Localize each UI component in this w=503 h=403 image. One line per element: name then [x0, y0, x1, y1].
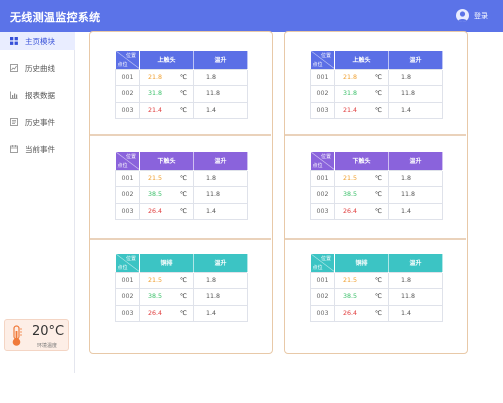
upper-contact-table: 位置 点位 上触头 温升 001 21.8 ℃ 1.8 002 31.8 ℃ 11.… — [115, 51, 248, 119]
sidebar: 主页模块 历史曲线 报表数据 历史事件 当前事件 20°C 环境温度 — [0, 32, 75, 373]
table-row: 001 21.5 ℃ 1.8 — [115, 169, 248, 187]
table-row: 001 21.8 ℃ 1.8 — [310, 68, 443, 86]
table-title: 下触头 — [139, 152, 194, 170]
table-row: 002 38.5 ℃ 11.8 — [115, 186, 248, 204]
copper-bar-table: 位置 点位 铜排 温升 001 21.5 ℃ 1.8 002 38.5 ℃ 11.8… — [115, 254, 248, 322]
table-row: 002 38.5 ℃ 11.8 — [310, 186, 443, 204]
table-row: 003 26.4 ℃ 1.4 — [310, 202, 443, 220]
upper-contact-table: 位置 点位 上触头 温升 001 21.8 ℃ 1.8 002 31.8 ℃ 11.… — [310, 51, 443, 119]
divider — [90, 134, 271, 136]
table-title: 铜排 — [139, 254, 194, 272]
table-title: 铜排 — [334, 254, 389, 272]
table-title: 下触头 — [334, 152, 389, 170]
grid-icon — [10, 37, 18, 45]
event-icon — [10, 145, 18, 153]
table-row: 003 26.4 ℃ 1.4 — [115, 202, 248, 220]
sidebar-item-history-events[interactable]: 历史事件 — [0, 113, 75, 131]
rise-header: 温升 — [388, 51, 443, 69]
table-row: 001 21.5 ℃ 1.8 — [310, 271, 443, 289]
ambient-temperature-label: 环境温度 — [37, 343, 58, 349]
header-corner: 位置 点位 — [115, 51, 140, 69]
sidebar-item-label: 历史曲线 — [25, 63, 55, 73]
login-label: 登录 — [474, 11, 488, 20]
table-title: 上触头 — [334, 51, 389, 69]
divider — [285, 134, 466, 136]
header-corner: 位置 点位 — [115, 254, 140, 272]
table-row: 001 21.5 ℃ 1.8 — [115, 271, 248, 289]
rise-header: 温升 — [193, 254, 248, 272]
table-title: 上触头 — [139, 51, 194, 69]
user-avatar-icon — [456, 9, 469, 22]
lower-contact-table: 位置 点位 下触头 温升 001 21.5 ℃ 1.8 002 38.5 ℃ 11.… — [115, 152, 248, 220]
lower-contact-table: 位置 点位 下触头 温升 001 21.5 ℃ 1.8 002 38.5 ℃ 11.… — [310, 152, 443, 220]
app-title: 无线测温监控系统 — [10, 11, 101, 24]
table-row: 001 21.8 ℃ 1.8 — [115, 68, 248, 86]
sidebar-item-history-curve[interactable]: 历史曲线 — [0, 59, 75, 77]
ambient-temperature-value: 20°C — [32, 324, 65, 339]
header-corner: 位置 点位 — [310, 51, 335, 69]
table-row: 002 31.8 ℃ 11.8 — [310, 85, 443, 103]
history-icon — [10, 118, 18, 126]
header-corner: 位置 点位 — [115, 152, 140, 170]
table-row: 003 21.4 ℃ 1.4 — [115, 101, 248, 119]
report-icon — [10, 91, 18, 99]
divider — [90, 238, 271, 240]
copper-bar-table: 位置 点位 铜排 温升 001 21.5 ℃ 1.8 002 38.5 ℃ 11.8… — [310, 254, 443, 322]
rise-header: 温升 — [388, 152, 443, 170]
table-row: 001 21.5 ℃ 1.8 — [310, 169, 443, 187]
sidebar-item-home[interactable]: 主页模块 — [0, 32, 75, 50]
divider — [285, 238, 466, 240]
sidebar-item-label: 历史事件 — [25, 117, 55, 127]
sidebar-item-label: 当前事件 — [25, 144, 55, 154]
table-row: 003 21.4 ℃ 1.4 — [310, 101, 443, 119]
top-bar: 无线测温监控系统 登录 — [0, 0, 503, 32]
table-row: 003 26.4 ℃ 1.4 — [310, 304, 443, 322]
left-panel: 位置 点位 上触头 温升 001 21.8 ℃ 1.8 002 31.8 ℃ 11.… — [89, 31, 273, 354]
table-row: 002 31.8 ℃ 11.8 — [115, 85, 248, 103]
ambient-temperature-card: 20°C 环境温度 — [4, 319, 69, 351]
chart-icon — [10, 64, 18, 72]
sidebar-item-report[interactable]: 报表数据 — [0, 86, 75, 104]
table-row: 002 38.5 ℃ 11.8 — [115, 288, 248, 306]
login-button[interactable]: 登录 — [456, 9, 488, 22]
sidebar-item-current-events[interactable]: 当前事件 — [0, 140, 75, 158]
sidebar-item-label: 主页模块 — [25, 36, 55, 46]
rise-header: 温升 — [388, 254, 443, 272]
table-row: 003 26.4 ℃ 1.4 — [115, 304, 248, 322]
thermometer-icon — [10, 325, 24, 351]
right-panel: 位置 点位 上触头 温升 001 21.8 ℃ 1.8 002 31.8 ℃ 11.… — [284, 31, 468, 354]
rise-header: 温升 — [193, 51, 248, 69]
sidebar-item-label: 报表数据 — [25, 90, 55, 100]
header-corner: 位置 点位 — [310, 152, 335, 170]
table-row: 002 38.5 ℃ 11.8 — [310, 288, 443, 306]
header-corner: 位置 点位 — [310, 254, 335, 272]
rise-header: 温升 — [193, 152, 248, 170]
